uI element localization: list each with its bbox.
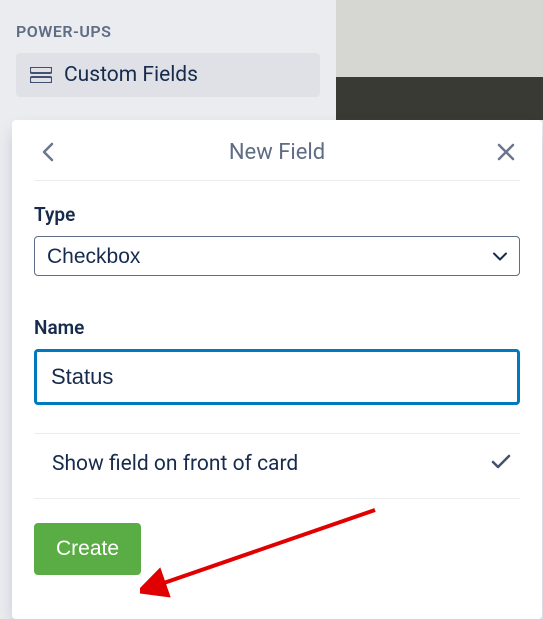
board-background — [336, 0, 543, 120]
create-button-label: Create — [56, 537, 119, 560]
modal-header: New Field — [34, 132, 520, 181]
type-select[interactable]: Checkbox — [34, 236, 520, 276]
show-on-front-label: Show field on front of card — [52, 452, 298, 476]
name-input[interactable] — [34, 349, 520, 405]
show-on-front-toggle[interactable]: Show field on front of card — [34, 433, 520, 499]
powerups-heading: POWER-UPS — [16, 0, 320, 53]
type-label: Type — [34, 203, 520, 226]
back-button[interactable] — [34, 138, 62, 166]
name-group: Name — [34, 316, 520, 405]
back-icon — [41, 142, 55, 162]
close-icon — [497, 143, 515, 161]
type-select-wrap: Checkbox — [34, 236, 520, 276]
check-icon — [490, 453, 512, 475]
sidebar: POWER-UPS Custom Fields — [0, 0, 336, 97]
powerup-custom-fields[interactable]: Custom Fields — [16, 53, 320, 97]
powerup-item-label: Custom Fields — [64, 63, 198, 87]
name-label: Name — [34, 316, 520, 339]
type-group: Type Checkbox — [34, 203, 520, 276]
close-button[interactable] — [492, 138, 520, 166]
create-button[interactable]: Create — [34, 523, 141, 575]
new-field-modal: New Field Type Checkbox Name Show field … — [12, 120, 542, 619]
custom-fields-icon — [30, 67, 52, 83]
modal-title: New Field — [229, 140, 325, 165]
